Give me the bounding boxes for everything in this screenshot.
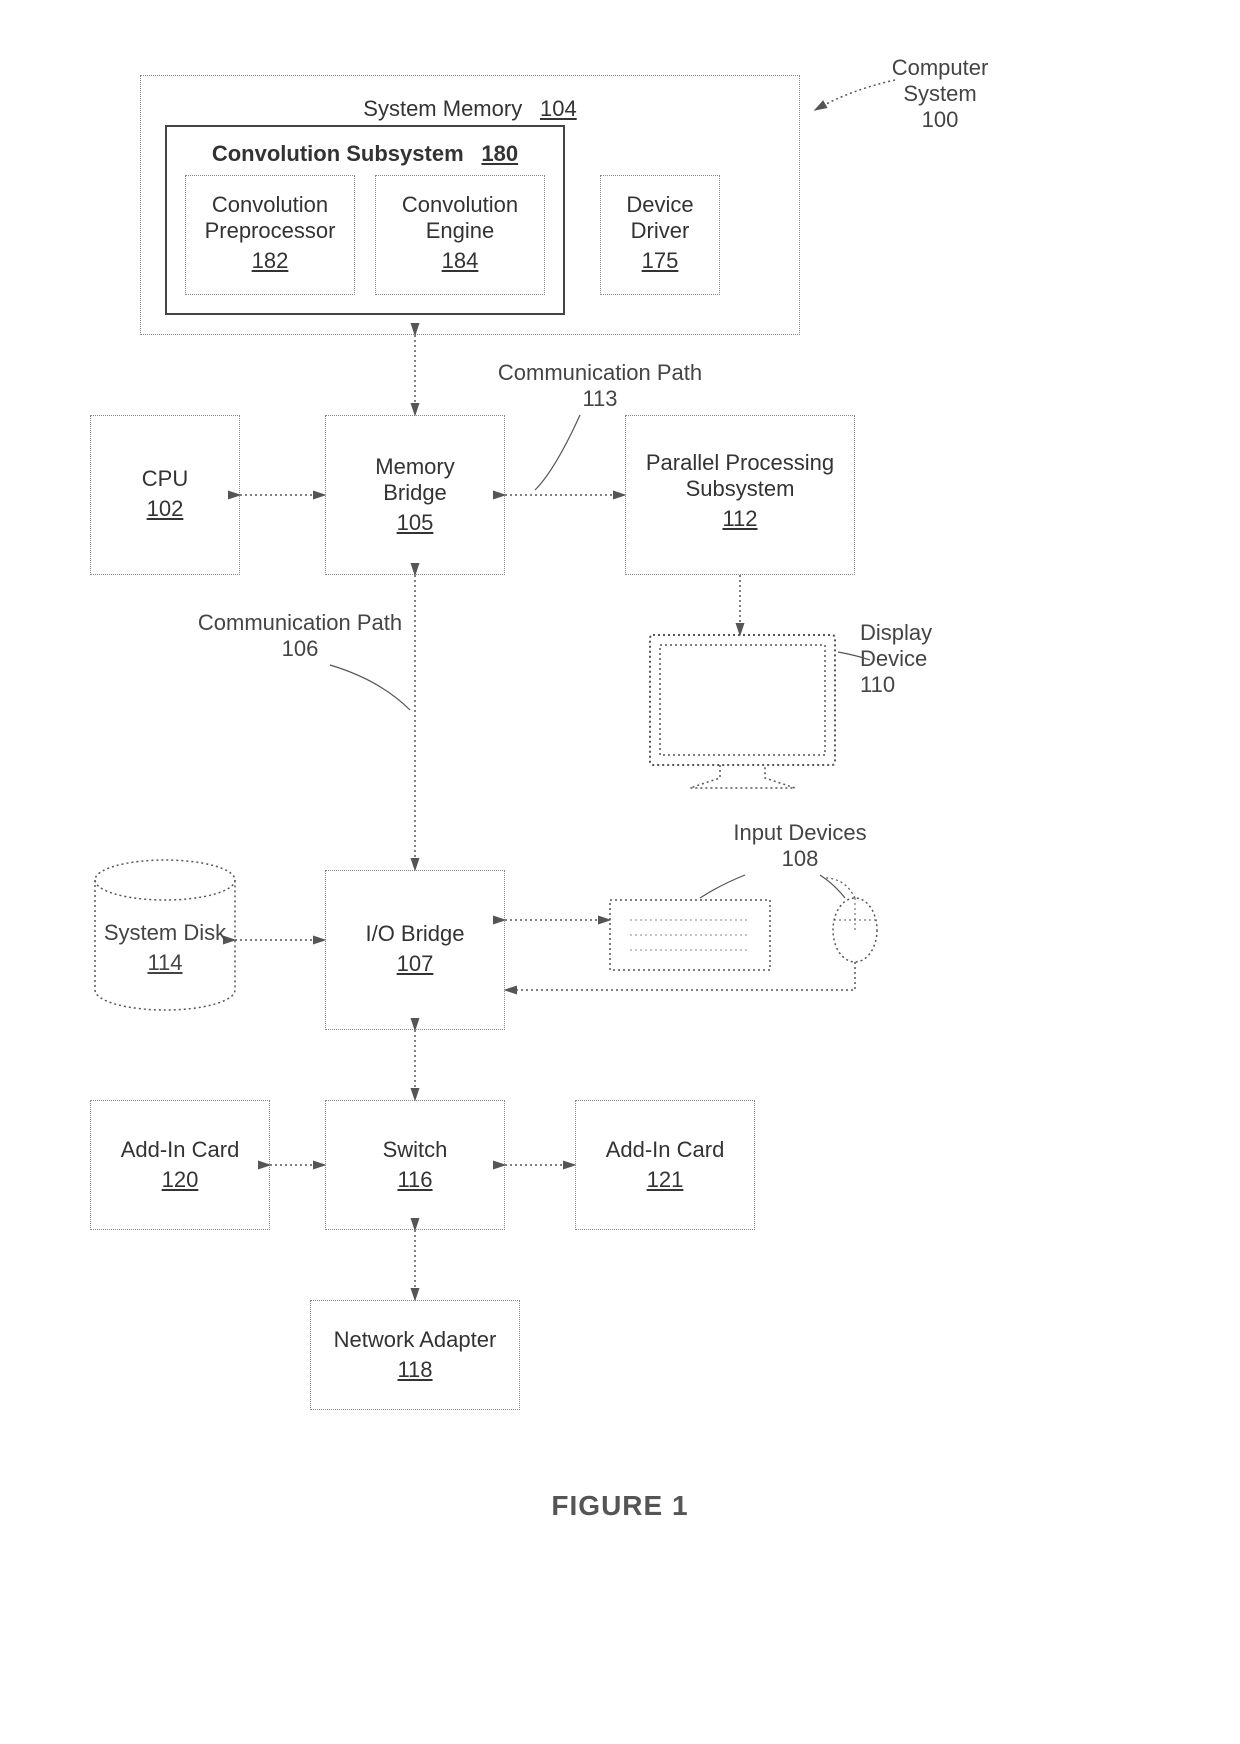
cpu-box: CPU 102	[90, 415, 240, 575]
pps-title: Parallel Processing Subsystem	[646, 450, 834, 501]
pps-num: 112	[722, 506, 757, 532]
computer-system-label: Computer System 100	[860, 55, 1020, 133]
io-bridge-num: 107	[397, 951, 434, 977]
switch-title: Switch	[383, 1137, 448, 1162]
device-driver-num: 175	[642, 248, 679, 274]
pps-box: Parallel Processing Subsystem 112	[625, 415, 855, 575]
memory-bridge-num: 105	[397, 510, 434, 536]
input-devices-label: Input Devices 108	[700, 820, 900, 872]
switch-box: Switch 116	[325, 1100, 505, 1230]
device-driver-box: Device Driver 175	[600, 175, 720, 295]
io-bridge-title: I/O Bridge	[365, 921, 464, 946]
memory-bridge-box: Memory Bridge 105	[325, 415, 505, 575]
addin-left-title: Add-In Card	[121, 1137, 240, 1162]
network-adapter-num: 118	[397, 1357, 432, 1383]
network-adapter-box: Network Adapter 118	[310, 1300, 520, 1410]
convolution-engine-num: 184	[442, 248, 479, 274]
comm-path-106-label: Communication Path 106	[170, 610, 430, 662]
addin-right-title: Add-In Card	[606, 1137, 725, 1162]
addin-card-left-box: Add-In Card 120	[90, 1100, 270, 1230]
diagram-canvas: System Memory 104 Convolution Subsystem …	[0, 0, 1240, 1744]
figure-caption: FIGURE 1	[0, 1490, 1240, 1522]
io-bridge-box: I/O Bridge 107	[325, 870, 505, 1030]
system-memory-num: 104	[540, 96, 577, 122]
convolution-preprocessor-title: Convolution Preprocessor	[205, 192, 336, 243]
convolution-subsystem-title: Convolution Subsystem	[212, 141, 464, 166]
addin-right-num: 121	[647, 1167, 684, 1193]
cpu-title: CPU	[142, 466, 188, 491]
convolution-preprocessor-box: Convolution Preprocessor 182	[185, 175, 355, 295]
convolution-engine-title: Convolution Engine	[402, 192, 518, 243]
convolution-subsystem-num: 180	[481, 141, 518, 167]
display-device-label: Display Device 110	[860, 620, 980, 698]
system-disk-label: System Disk 114	[95, 920, 235, 976]
convolution-preprocessor-num: 182	[252, 248, 289, 274]
network-adapter-title: Network Adapter	[334, 1327, 497, 1352]
system-memory-title: System Memory	[363, 96, 522, 121]
switch-num: 116	[397, 1167, 432, 1193]
cpu-num: 102	[147, 496, 184, 522]
device-driver-title: Device Driver	[626, 192, 693, 243]
memory-bridge-title: Memory Bridge	[375, 454, 454, 505]
addin-card-right-box: Add-In Card 121	[575, 1100, 755, 1230]
addin-left-num: 120	[162, 1167, 199, 1193]
convolution-engine-box: Convolution Engine 184	[375, 175, 545, 295]
comm-path-113-label: Communication Path 113	[470, 360, 730, 412]
